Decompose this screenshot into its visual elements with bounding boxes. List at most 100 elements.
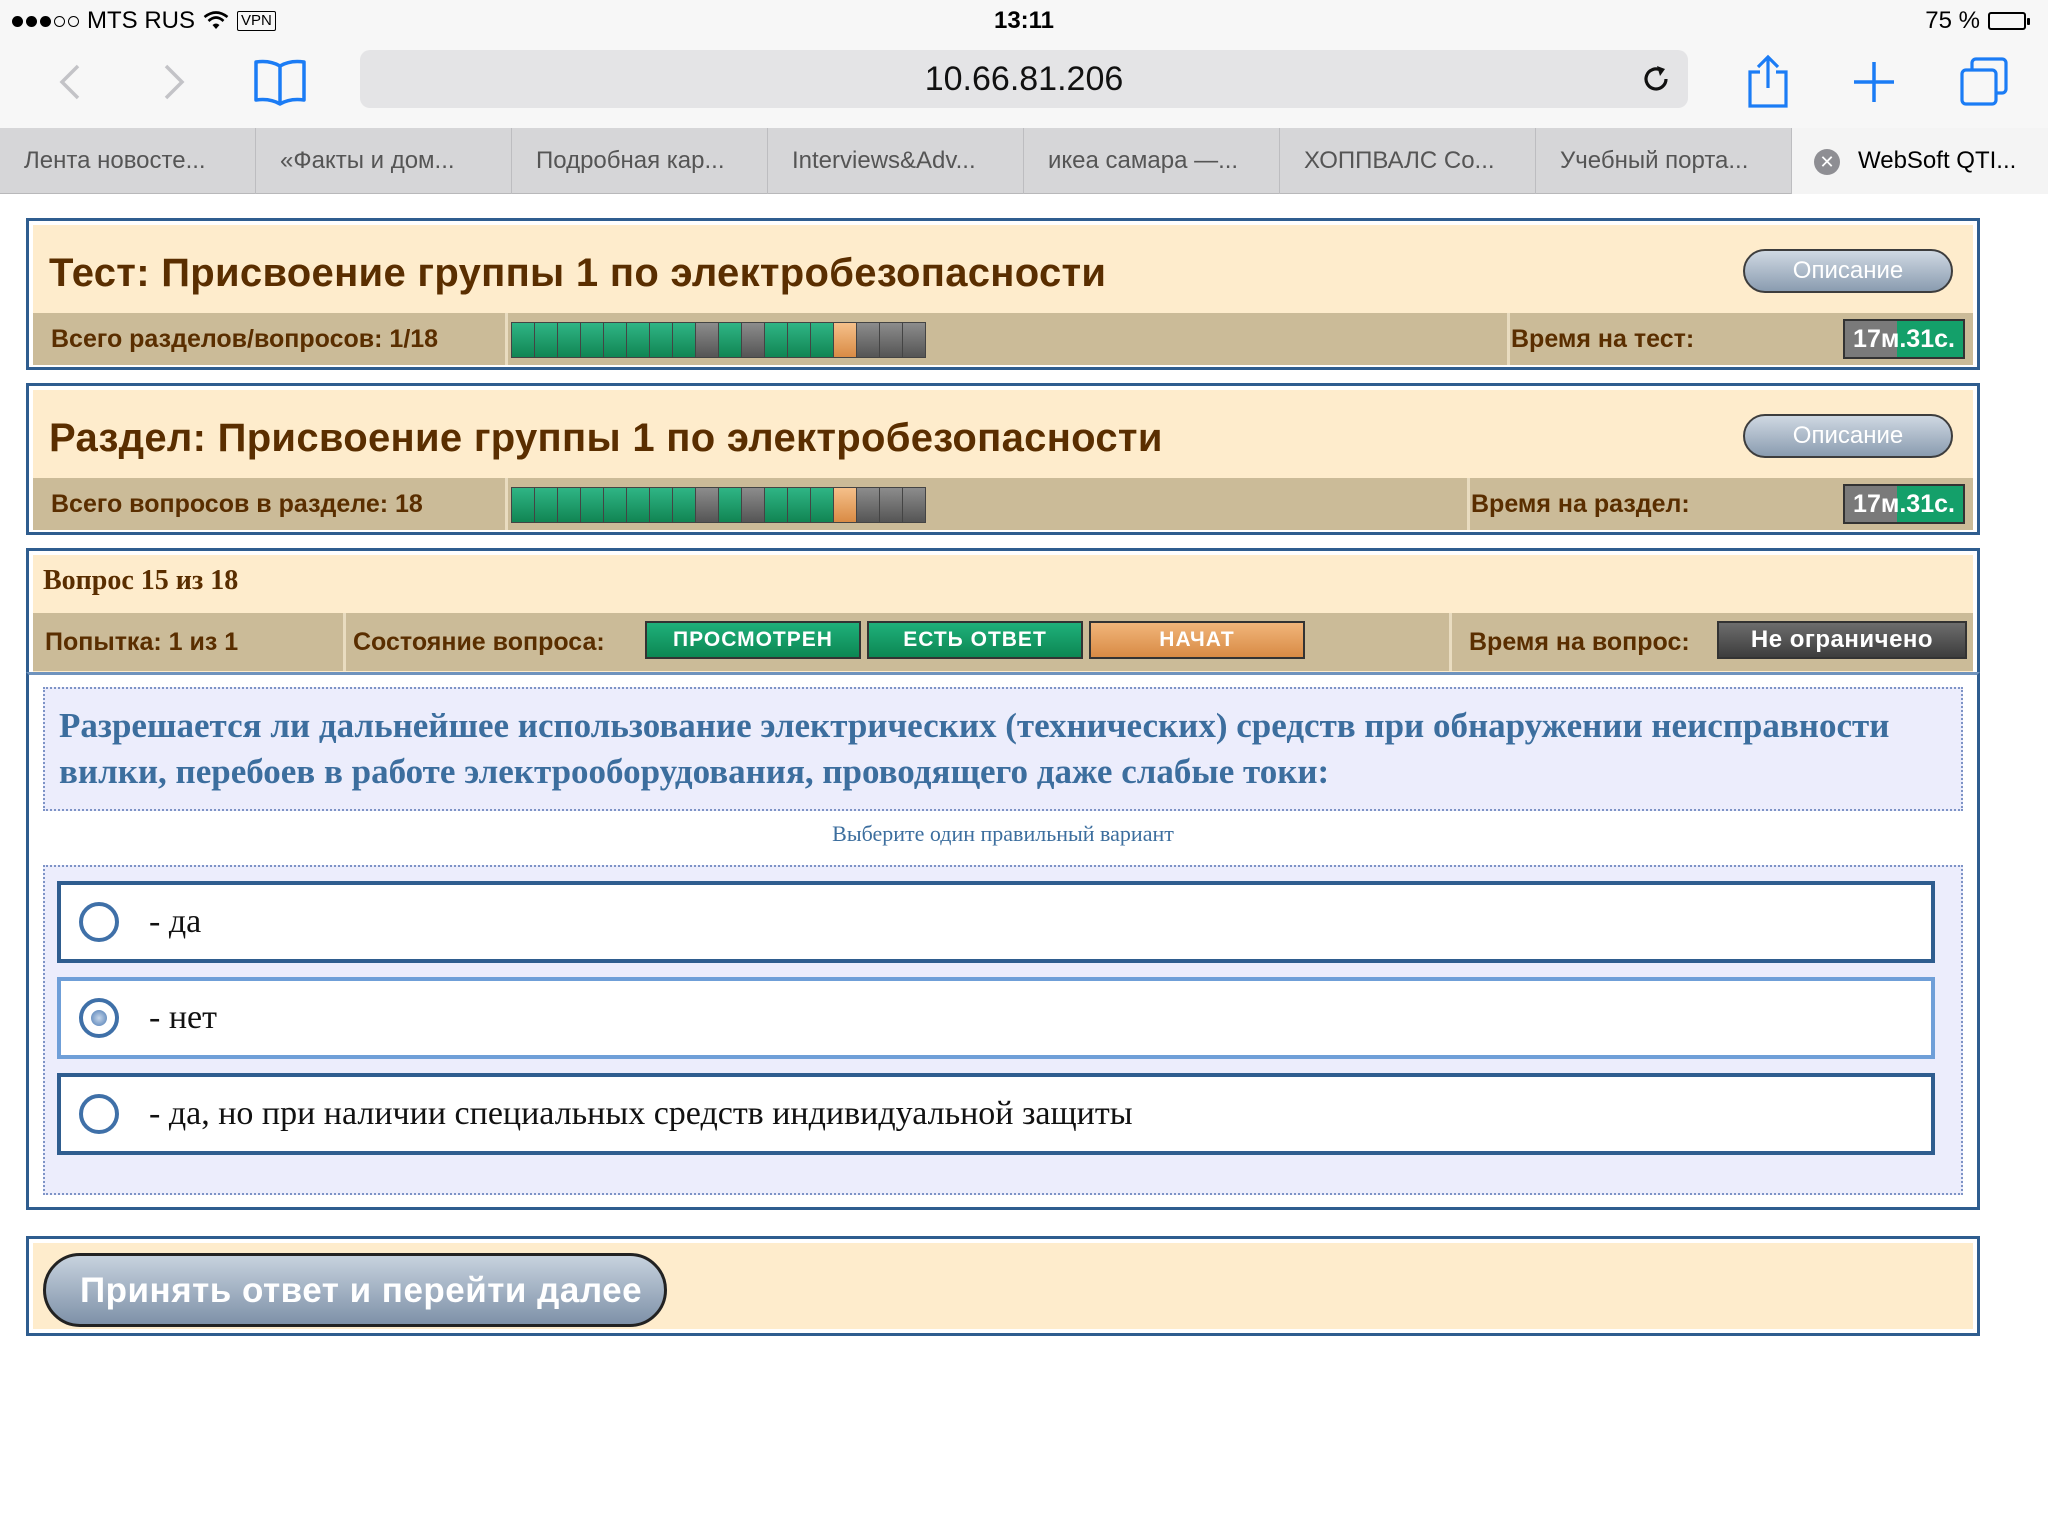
progress-segment-done [788, 323, 810, 357]
section-timer: 17м.31с. [1843, 484, 1965, 524]
tab-label: Лента новосте... [24, 147, 206, 174]
tab-label: ХОППВАЛС Со... [1304, 147, 1495, 174]
browser-tab[interactable]: Учебный порта... [1536, 128, 1792, 194]
answer-option[interactable]: - да [57, 881, 1935, 963]
radio-button[interactable] [79, 1094, 119, 1134]
answer-option-selected[interactable]: - нет [57, 977, 1935, 1059]
test-timer-text: 17м.31с. [1853, 325, 1955, 353]
answers-container: - да - нет - да, но при наличии специаль… [43, 865, 1963, 1195]
progress-segment-done [604, 488, 626, 522]
radio-button-checked[interactable] [79, 998, 119, 1038]
status-right: 75 % [1925, 7, 2030, 35]
section-title: Раздел: Присвоение группы 1 по электробе… [49, 416, 1163, 460]
progress-segment-pending [880, 323, 902, 357]
section-panel: Раздел: Присвоение группы 1 по электробе… [26, 383, 1980, 535]
state-answered-badge: ЕСТЬ ОТВЕТ [867, 621, 1083, 659]
reload-icon[interactable] [1638, 61, 1674, 97]
section-count-label: Всего вопросов в разделе: 18 [51, 490, 423, 518]
progress-segment-done [512, 323, 534, 357]
test-time-label: Время на тест: [1511, 325, 1695, 353]
tab-label: Подробная кар... [536, 147, 725, 174]
answer-label: - нет [149, 999, 217, 1036]
section-time-label: Время на раздел: [1471, 490, 1690, 518]
submit-panel: Принять ответ и перейти далее [26, 1236, 1980, 1336]
tab-label: Учебный порта... [1560, 147, 1749, 174]
progress-segment-pending [857, 323, 879, 357]
browser-tab-active[interactable]: ✕ WebSoft QTI... [1792, 128, 2048, 194]
test-panel: Тест: Присвоение группы 1 по электробезо… [26, 218, 1980, 370]
progress-segment-pending [880, 488, 902, 522]
plus-icon[interactable] [1842, 52, 1906, 112]
book-icon[interactable] [248, 52, 312, 112]
browser-tab[interactable]: «Факты и дом... [256, 128, 512, 194]
answer-hint: Выберите один правильный вариант [832, 821, 1174, 846]
test-status-bar: Всего разделов/вопросов: 1/18 Время на т… [33, 313, 1973, 365]
submit-answer-button[interactable]: Принять ответ и перейти далее [43, 1253, 667, 1327]
share-icon[interactable] [1736, 52, 1800, 112]
progress-segment-done [627, 323, 649, 357]
section-progress-bar [511, 487, 926, 523]
browser-tab[interactable]: Лента новосте... [0, 128, 256, 194]
tab-label: икеа самара —... [1048, 147, 1239, 174]
progress-segment-done [673, 488, 695, 522]
question-time-value: Не ограничено [1717, 621, 1967, 659]
progress-segment-done [719, 488, 741, 522]
section-description-button[interactable]: Описание [1743, 414, 1953, 458]
progress-segment-pending [903, 488, 925, 522]
address-bar[interactable]: 10.66.81.206 [360, 50, 1688, 108]
answer-option[interactable]: - да, но при наличии специальных средств… [57, 1073, 1935, 1155]
test-progress-bar [511, 322, 926, 358]
browser-tab[interactable]: Подробная кар... [512, 128, 768, 194]
submit-button-label: Принять ответ и перейти далее [80, 1271, 643, 1310]
chevron-left-icon[interactable] [38, 52, 102, 112]
progress-segment-current [834, 488, 856, 522]
progress-segment-done [765, 488, 787, 522]
radio-button[interactable] [79, 902, 119, 942]
browser-tab[interactable]: ХОППВАЛС Со... [1280, 128, 1536, 194]
progress-segment-done [811, 488, 833, 522]
section-status-bar: Всего вопросов в разделе: 18 Время на ра… [33, 478, 1973, 530]
progress-segment-done [765, 323, 787, 357]
progress-segment-skipped [696, 323, 718, 357]
question-time-label: Время на вопрос: [1469, 628, 1690, 656]
progress-segment-current [834, 323, 856, 357]
chevron-right-icon[interactable] [142, 52, 206, 112]
close-icon[interactable]: ✕ [1814, 149, 1840, 175]
status-bar: MTS RUS VPN 13:11 75 % [0, 0, 2048, 40]
question-text-box: Разрешается ли дальнейшее использование … [43, 687, 1963, 811]
tabs-icon[interactable] [1952, 52, 2016, 112]
progress-segment-done [650, 323, 672, 357]
section-timer-text: 17м.31с. [1853, 490, 1955, 518]
test-title: Тест: Присвоение группы 1 по электробезо… [49, 251, 1107, 295]
progress-segment-done [581, 323, 603, 357]
test-description-button[interactable]: Описание [1743, 249, 1953, 293]
url-text: 10.66.81.206 [924, 60, 1124, 98]
progress-segment-done [604, 323, 626, 357]
browser-toolbar: 10.66.81.206 [0, 40, 2048, 128]
state-viewed-badge: ПРОСМОТРЕН [645, 621, 861, 659]
progress-segment-pending [903, 323, 925, 357]
progress-segment-done [558, 323, 580, 357]
progress-segment-skipped [742, 488, 764, 522]
tab-label: «Факты и дом... [280, 147, 455, 174]
question-body: Разрешается ли дальнейшее использование … [26, 672, 1980, 1210]
progress-segment-done [558, 488, 580, 522]
tab-bar: Лента новосте... «Факты и дом... Подробн… [0, 128, 2048, 194]
browser-tab[interactable]: Interviews&Adv... [768, 128, 1024, 194]
browser-tab[interactable]: икеа самара —... [1024, 128, 1280, 194]
battery-percent: 75 % [1925, 7, 1980, 34]
tab-label: WebSoft QTI... [1858, 147, 2017, 174]
progress-segment-done [581, 488, 603, 522]
battery-icon [1988, 12, 2030, 30]
progress-segment-pending [857, 488, 879, 522]
progress-segment-done [512, 488, 534, 522]
progress-segment-done [535, 488, 557, 522]
question-text: Разрешается ли дальнейшее использование … [59, 706, 1890, 791]
tab-label: Interviews&Adv... [792, 147, 976, 174]
clock: 13:11 [993, 7, 1055, 34]
answer-label: - да [149, 903, 202, 940]
question-state-label: Состояние вопроса: [353, 628, 605, 656]
progress-segment-skipped [742, 323, 764, 357]
test-timer: 17м.31с. [1843, 319, 1965, 359]
progress-segment-done [627, 488, 649, 522]
